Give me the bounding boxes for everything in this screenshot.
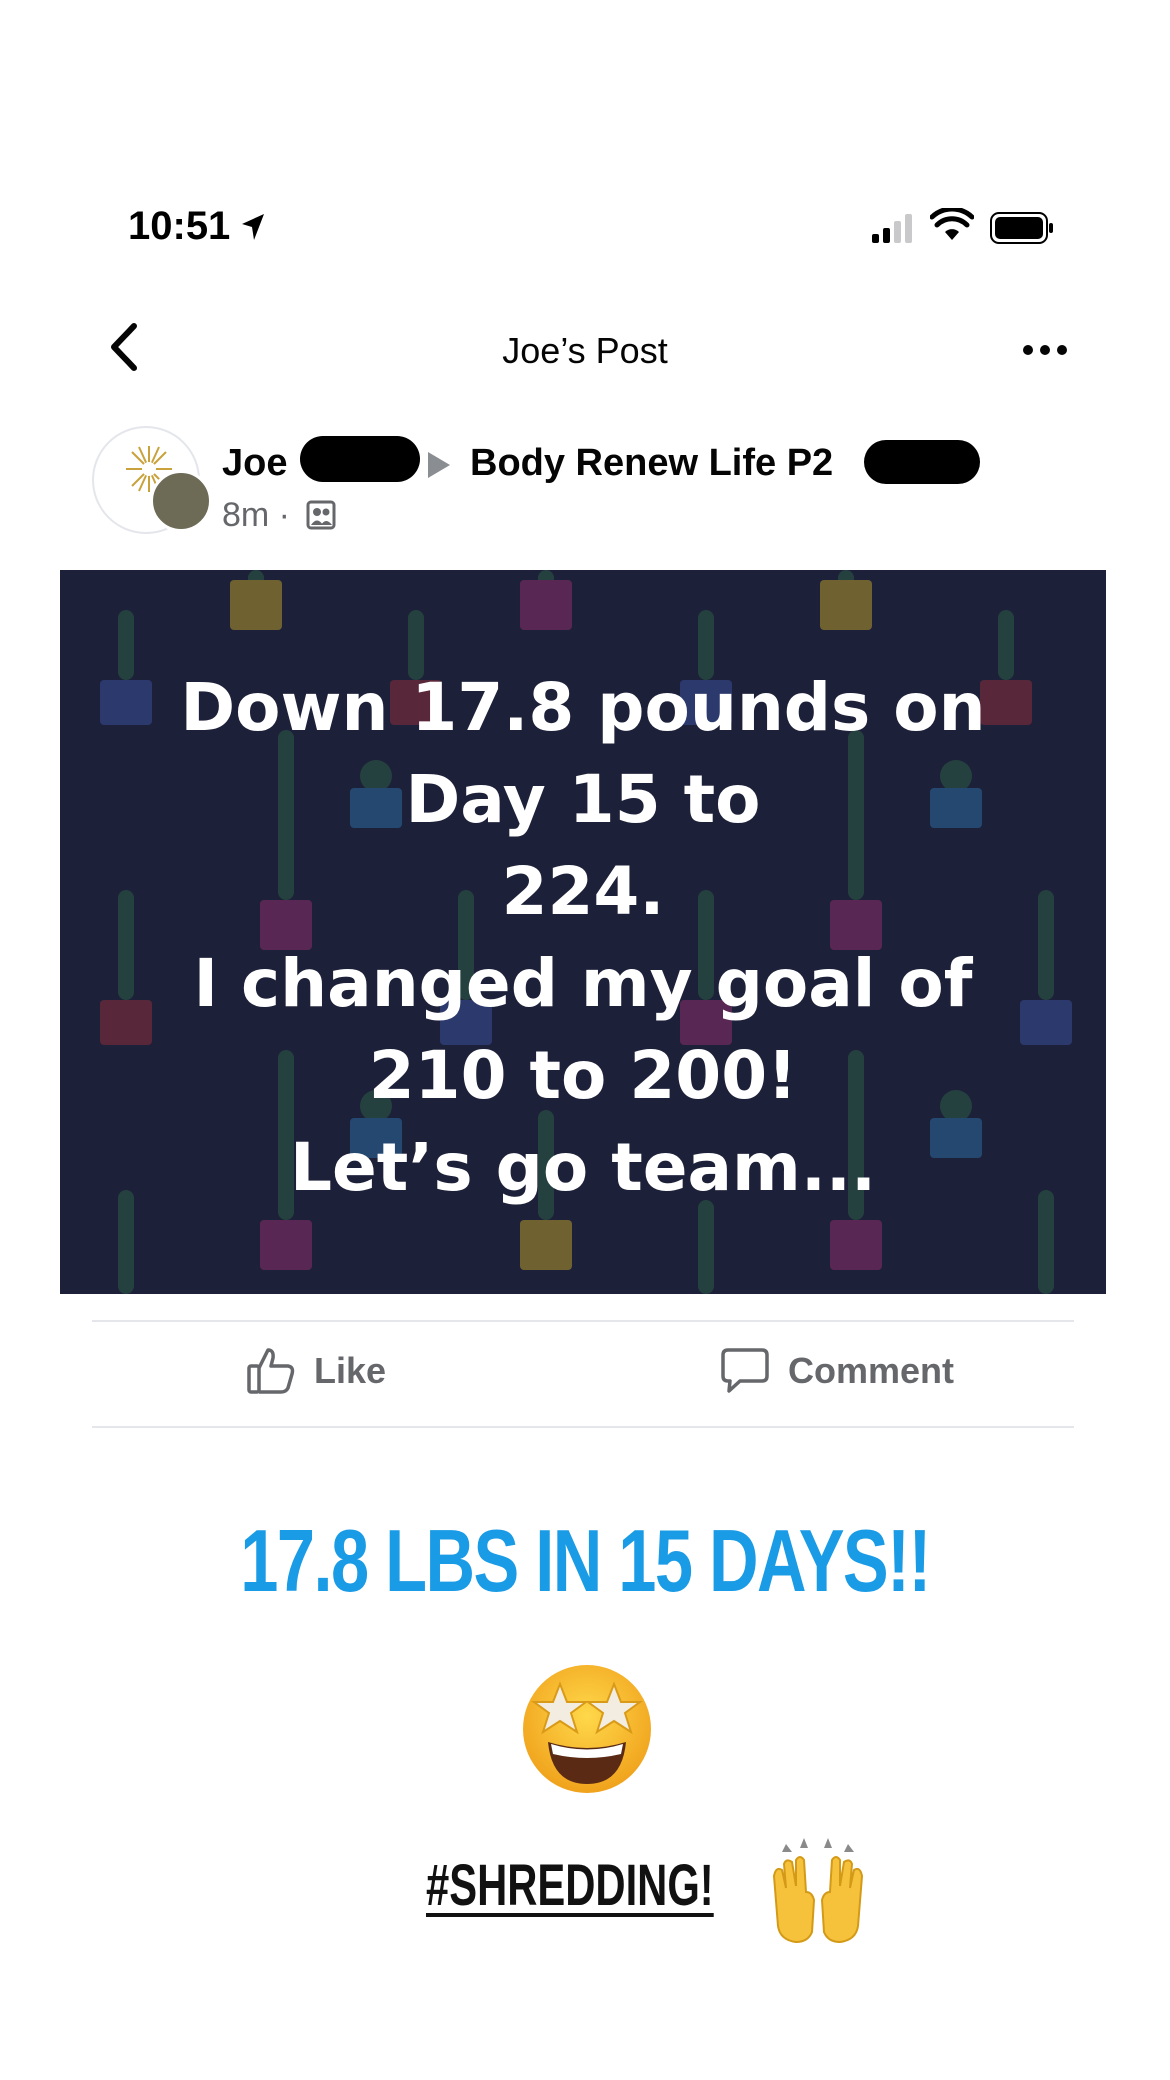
- like-label: Like: [314, 1350, 387, 1391]
- group-name[interactable]: Body Renew Life P2: [470, 442, 833, 485]
- group-audience-icon: [306, 500, 336, 530]
- post-timestamp: 8m ·: [222, 496, 290, 534]
- page-title: Joe’s Post: [502, 330, 668, 371]
- redaction-mark: [864, 440, 980, 484]
- location-arrow-icon: [242, 214, 264, 240]
- divider: [92, 1320, 1074, 1322]
- story-hashtag: #SHREDDING!: [426, 1853, 714, 1918]
- image-text-line: Down 17.8 pounds on: [180, 669, 986, 746]
- like-button[interactable]: Like: [246, 1346, 386, 1396]
- comment-button[interactable]: Comment: [720, 1346, 954, 1396]
- divider: [92, 1426, 1074, 1428]
- post-image[interactable]: Down 17.8 pounds on Day 15 to 224. I cha…: [60, 570, 1106, 1294]
- comment-label: Comment: [788, 1350, 955, 1391]
- image-text-line: Day 15 to: [405, 761, 761, 838]
- author-avatar[interactable]: [150, 470, 212, 532]
- image-text-line: 224.: [501, 853, 665, 930]
- wifi-icon: [930, 208, 974, 240]
- star-struck-emoji-icon: [523, 1665, 651, 1793]
- author-name[interactable]: Joe: [222, 442, 287, 485]
- image-text-line: Let’s go team...: [289, 1129, 877, 1206]
- comment-bubble-icon: [721, 1348, 769, 1393]
- more-options-icon[interactable]: [1022, 344, 1068, 356]
- post-image-text: Down 17.8 pounds on Day 15 to 224. I cha…: [60, 662, 1106, 1214]
- story-canvas: 10:51 Joe’s Post Joe Body Renew Life P2 …: [0, 0, 1170, 2080]
- battery-icon: [990, 212, 1053, 244]
- raising-hands-emoji-icon: [772, 1838, 864, 1944]
- image-text-line: I changed my goal of: [193, 945, 973, 1022]
- image-text-line: 210 to 200!: [368, 1037, 798, 1114]
- status-time: 10:51: [128, 204, 231, 248]
- story-headline: 17.8 LBS IN 15 DAYS!!: [240, 1511, 931, 1610]
- cellular-signal-icon: [872, 214, 912, 243]
- thumbs-up-icon: [247, 1348, 295, 1394]
- arrow-right-icon: [428, 452, 450, 478]
- redaction-mark: [300, 436, 420, 482]
